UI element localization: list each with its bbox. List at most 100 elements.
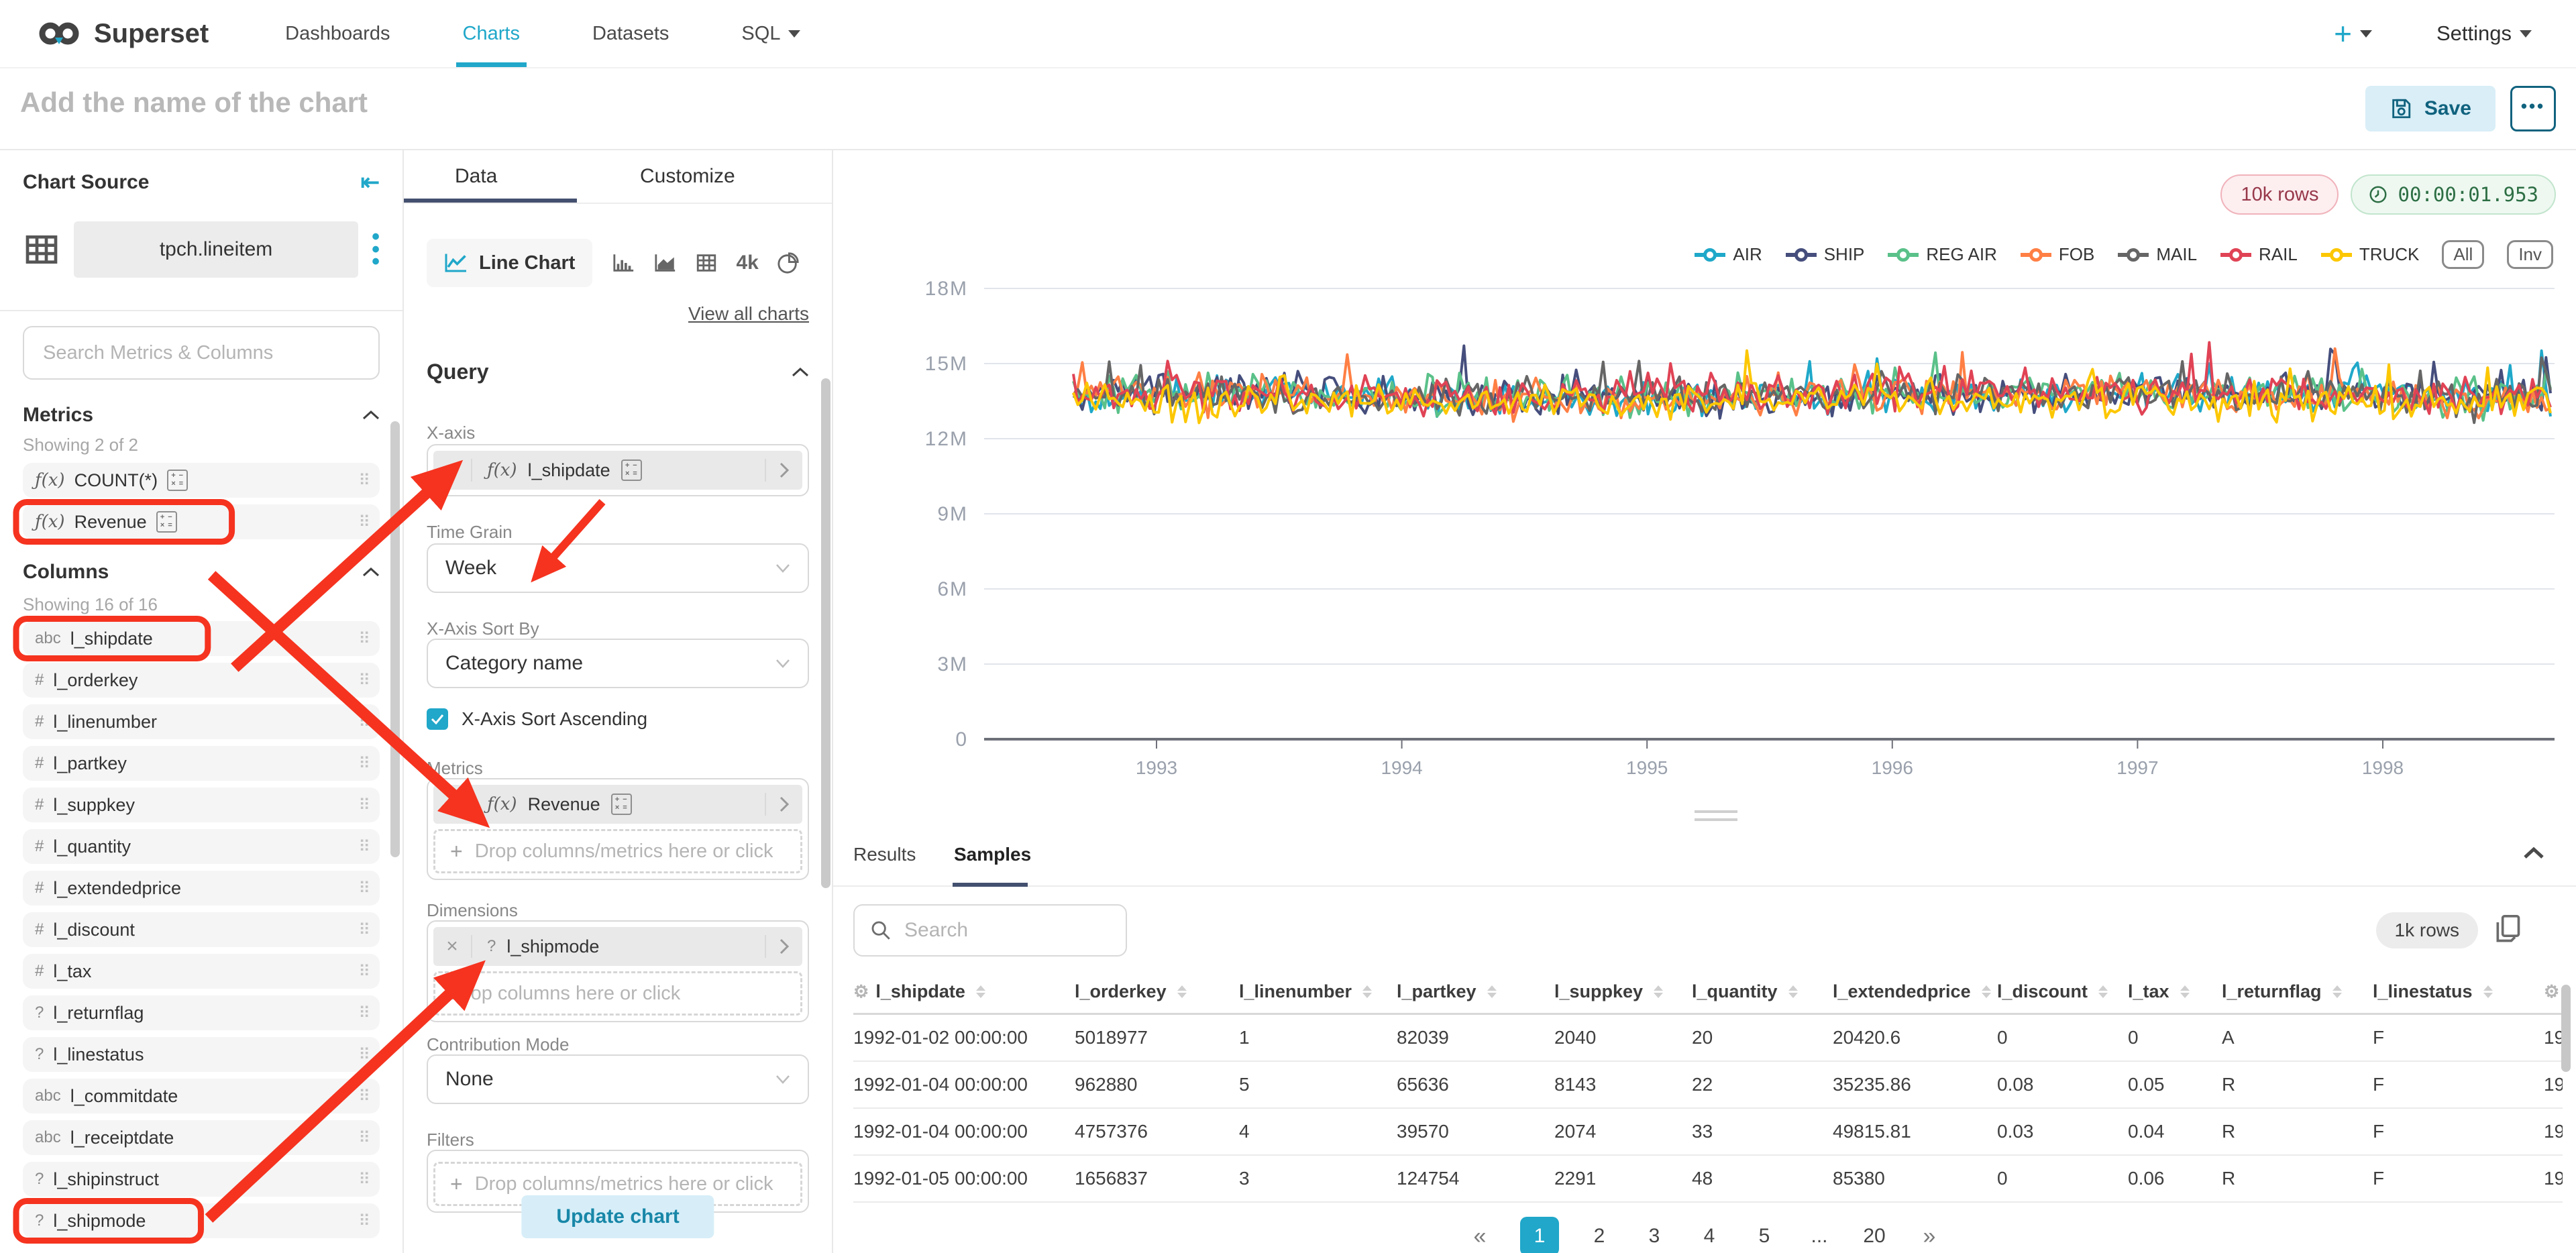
legend-item-reg-air[interactable]: REG AIR [1887,244,1996,265]
tab-samples[interactable]: Samples [954,844,1031,865]
remove-icon[interactable]: × [433,459,472,482]
column-header-l_returnflag[interactable]: l_returnflag [2222,975,2373,1014]
save-button[interactable]: Save [2365,86,2496,131]
nav-item-sql[interactable]: SQL [705,0,837,67]
column-header-l_linenumber[interactable]: l_linenumber [1239,975,1397,1014]
settings-menu[interactable]: Settings [2436,21,2532,46]
column-header-l_discount[interactable]: l_discount [1997,975,2128,1014]
remove-icon[interactable]: × [433,793,472,816]
control-panel-scrollbar[interactable] [821,378,830,888]
sort-icon[interactable] [1788,985,1798,998]
drag-handle-icon[interactable]: ⠿ [358,1003,368,1023]
sort-icon[interactable] [1177,985,1187,998]
drag-handle-icon[interactable]: ⠿ [358,1128,368,1148]
column-item-l_suppkey[interactable]: #l_suppkey⠿ [23,787,380,822]
contribution-mode-select[interactable]: None [427,1054,809,1104]
column-header-l_partkey[interactable]: l_partkey [1397,975,1554,1014]
column-header-l_shipdate[interactable]: ⚙l_shipdate [853,975,1075,1014]
dataset-name[interactable]: tpch.lineitem [74,221,358,278]
page-button-2[interactable]: 2 [1585,1217,1614,1253]
column-item-l_discount[interactable]: #l_discount⠿ [23,912,380,947]
legend-item-mail[interactable]: MAIL [2117,244,2197,265]
column-header-l_orderkey[interactable]: l_orderkey [1075,975,1239,1014]
drag-handle-icon[interactable]: ⠿ [358,754,368,773]
column-header-l_suppkey[interactable]: l_suppkey [1554,975,1692,1014]
collapse-columns-icon[interactable] [362,567,380,578]
page-button-20[interactable]: 20 [1860,1217,1889,1253]
drag-handle-icon[interactable]: ⠿ [358,1211,368,1231]
column-item-l_receiptdate[interactable]: abcl_receiptdate⠿ [23,1120,380,1155]
legend-item-air[interactable]: AIR [1694,244,1762,265]
column-header-l_quantity[interactable]: l_quantity [1692,975,1833,1014]
update-chart-button[interactable]: Update chart [521,1195,714,1238]
left-panel-scrollbar[interactable] [390,421,400,857]
page-button-»[interactable]: » [1915,1217,1944,1253]
sort-icon[interactable] [976,985,985,998]
table-row[interactable]: 1992-01-04 00:00:00475737643957020743349… [853,1108,2563,1155]
chart-name-input[interactable] [19,86,961,119]
legend-all-button[interactable]: All [2442,240,2484,269]
sort-icon[interactable] [2180,985,2190,998]
vertical-scrollbar[interactable] [2561,985,2571,1206]
drag-handle-icon[interactable]: ⠿ [358,1170,368,1189]
collapse-results-icon[interactable] [2522,847,2545,860]
legend-inv-button[interactable]: Inv [2507,240,2553,269]
x-axis-sort-by-select[interactable]: Category name [427,639,809,688]
x-axis-sort-ascending-checkbox[interactable] [427,708,448,730]
more-options-button[interactable]: ••• [2510,86,2556,131]
collapse-panel-icon[interactable]: ⇤ [361,169,380,196]
metric-item-COUNT[interactable]: ƒ(x)COUNT(*)+ −× =⠿ [23,463,380,498]
drag-handle-icon[interactable]: ⠿ [358,629,368,649]
samples-table[interactable]: ⚙l_shipdatel_orderkeyl_linenumberl_partk… [853,975,2563,1253]
nav-item-dashboards[interactable]: Dashboards [249,0,426,67]
drag-handle-icon[interactable]: ⠿ [358,671,368,690]
page-button-5[interactable]: 5 [1750,1217,1779,1253]
sort-icon[interactable] [1654,985,1663,998]
table-row[interactable]: 1992-01-05 00:00:00165683731247542291488… [853,1155,2563,1202]
column-header-l_commit[interactable]: ⚙l_commit [2544,975,2563,1014]
view-all-charts-link[interactable]: View all charts [688,303,809,324]
drag-handle-icon[interactable]: ⠿ [358,920,368,940]
dimension-shipmode-pill[interactable]: × ? l_shipmode [433,927,802,966]
tab-results[interactable]: Results [853,844,916,865]
drag-handle-icon[interactable]: ⠿ [358,796,368,815]
column-item-l_quantity[interactable]: #l_quantity⠿ [23,829,380,864]
panel-resize-handle[interactable] [1695,810,1737,826]
drag-handle-icon[interactable]: ⠿ [358,712,368,732]
expand-icon[interactable] [765,459,802,482]
tab-customize[interactable]: Customize [640,150,735,203]
column-header-l_linestatus[interactable]: l_linestatus [2373,975,2544,1014]
sort-icon[interactable] [1982,985,1991,998]
column-header-l_tax[interactable]: l_tax [2128,975,2222,1014]
new-item-button[interactable]: + [2334,15,2372,52]
results-search-input[interactable] [853,904,1127,957]
legend-item-ship[interactable]: SHIP [1785,244,1865,265]
collapse-metrics-icon[interactable] [362,410,380,421]
drag-handle-icon[interactable]: ⠿ [358,512,368,532]
dataset-options-icon[interactable]: ••• [372,231,380,268]
metrics-drop-zone[interactable]: + Drop columns/metrics here or click [433,829,802,873]
table-row[interactable]: 1992-01-04 00:00:00962880565636814322352… [853,1061,2563,1108]
column-header-l_extendedprice[interactable]: l_extendedprice [1833,975,1997,1014]
column-item-l_shipmode[interactable]: ?l_shipmode⠿ [23,1203,380,1238]
page-button-4[interactable]: 4 [1695,1217,1724,1253]
copy-icon[interactable] [2493,914,2522,946]
expand-icon[interactable] [765,935,802,958]
gear-icon[interactable]: ⚙ [853,981,869,1002]
drag-handle-icon[interactable]: ⠿ [358,879,368,898]
page-button-...[interactable]: ... [1805,1217,1834,1253]
column-item-l_returnflag[interactable]: ?l_returnflag⠿ [23,995,380,1030]
legend-item-rail[interactable]: RAIL [2220,244,2298,265]
drag-handle-icon[interactable]: ⠿ [358,471,368,490]
metric-revenue-pill[interactable]: × ƒ(x) Revenue + −× = [433,785,802,824]
viz-type-bar-chart-button[interactable] [612,253,635,273]
table-row[interactable]: 1992-01-02 00:00:00501897718203920402020… [853,1014,2563,1062]
time-grain-select[interactable]: Week [427,543,809,593]
viz-type-table-button[interactable] [695,252,718,274]
column-item-l_tax[interactable]: #l_tax⠿ [23,954,380,989]
column-item-l_orderkey[interactable]: #l_orderkey⠿ [23,663,380,698]
sort-icon[interactable] [1487,985,1497,998]
gear-icon[interactable]: ⚙ [2544,981,2559,1002]
viz-type-line-chart-button[interactable]: Line Chart [427,239,592,287]
tab-data[interactable]: Data [455,150,497,203]
